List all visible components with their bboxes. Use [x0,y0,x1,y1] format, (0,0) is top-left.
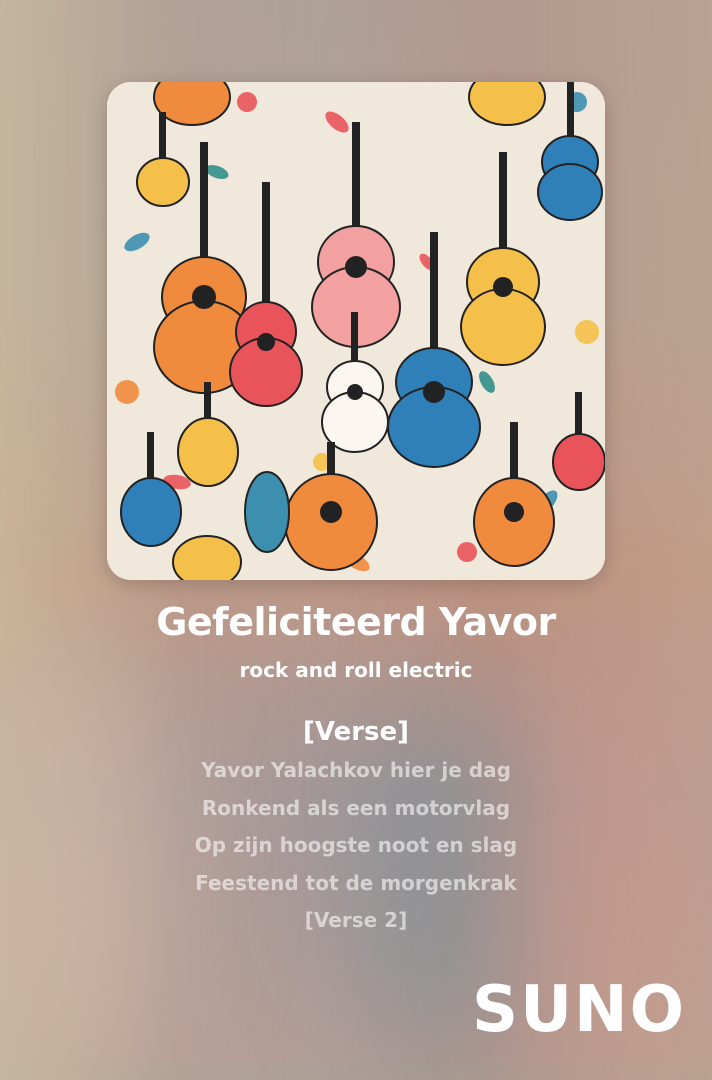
suno-logo: SUNO [471,973,686,1047]
lyrics-panel: [Verse] Yavor Yalachkov hier je dag Ronk… [0,712,712,940]
song-title: Gefeliciteerd Yavor [156,600,556,644]
lyric-line: Ronkend als een motorvlag [201,795,511,820]
lyric-line: Op zijn hoogste noot en slag [194,833,518,857]
lyrics-section-heading: [Verse] [302,717,410,747]
album-cover-art [107,82,605,580]
lyric-line: Feestend tot de morgenkrak [195,870,517,895]
song-style: rock and roll electric [239,658,473,682]
lyric-line: [Verse 2] [304,908,408,932]
lyric-line: Yavor Yalachkov hier je dag [201,758,511,782]
